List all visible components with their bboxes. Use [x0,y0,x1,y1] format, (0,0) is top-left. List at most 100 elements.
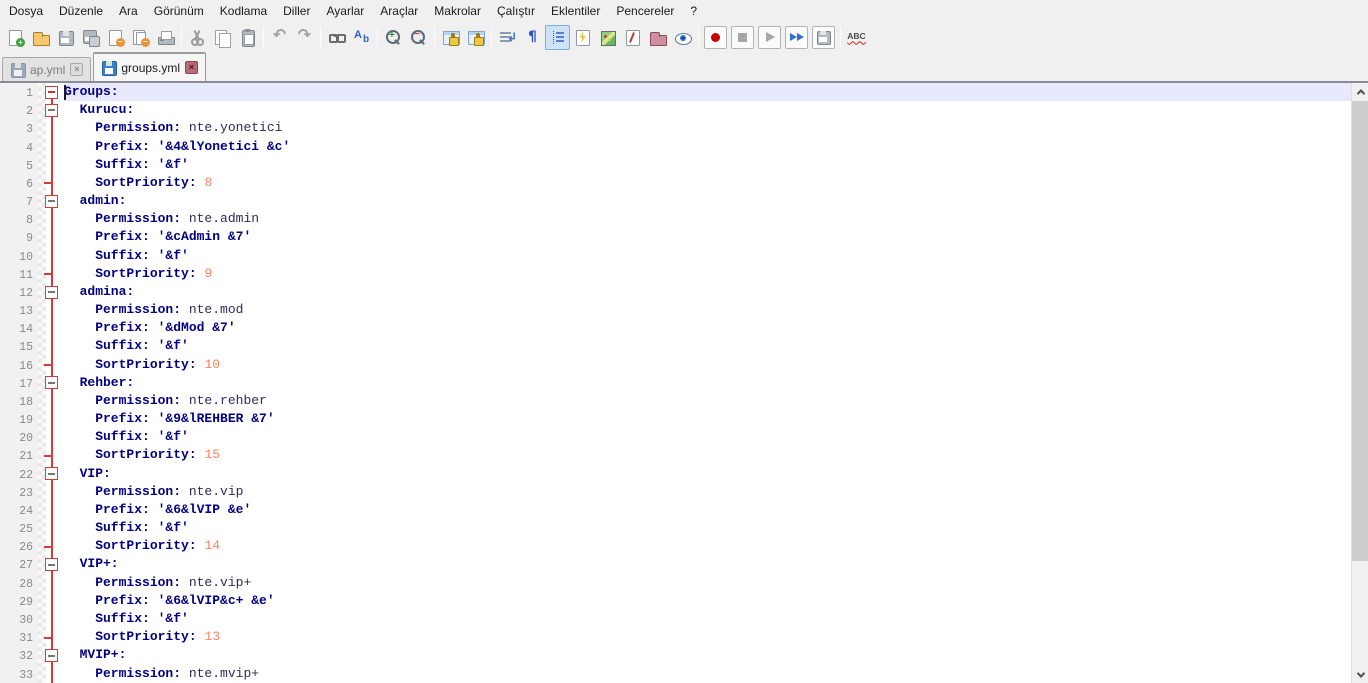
menu-item[interactable]: ? [682,0,705,22]
new-file-button[interactable] [3,25,28,50]
code-line[interactable]: Rehber: [64,374,1351,392]
monitoring-button[interactable] [670,25,695,50]
function-list-button[interactable] [570,25,595,50]
open-file-button[interactable] [28,25,53,50]
gutter-row: 29 [0,592,64,610]
code-line[interactable]: Permission: nte.mvip+ [64,665,1351,683]
code-line[interactable]: SortPriority: 13 [64,628,1351,646]
code-line[interactable]: Suffix: '&f' [64,156,1351,174]
code-line[interactable]: Prefix: '&9&lREHBER &7' [64,410,1351,428]
code-line[interactable]: Groups: [64,83,1351,101]
macro-stop-button[interactable] [731,26,754,49]
tab-ap.yml[interactable]: ap.yml× [2,57,91,81]
code-line[interactable]: VIP: [64,465,1351,483]
vertical-scrollbar[interactable] [1351,83,1368,683]
folder-as-workspace-button[interactable] [645,25,670,50]
save-all-button[interactable] [78,25,103,50]
fold-collapse-box[interactable] [45,195,58,208]
fold-collapse-box[interactable] [45,649,58,662]
spell-check-button[interactable] [844,25,869,50]
code-line[interactable]: Permission: nte.vip+ [64,574,1351,592]
menu-item[interactable]: Dosya [1,0,51,22]
code-line[interactable]: Suffix: '&f' [64,428,1351,446]
show-indent-guide-button[interactable] [545,25,570,50]
code-segment: 9 [204,266,212,281]
macro-run-multiple-button[interactable] [785,26,808,49]
code-line[interactable]: Permission: nte.yonetici [64,119,1351,137]
code-line[interactable]: SortPriority: 8 [64,174,1351,192]
sync-vertical-scroll-button[interactable] [438,25,463,50]
save-button[interactable] [53,25,78,50]
menu-item[interactable]: Pencereler [608,0,682,22]
text-area[interactable]: Groups: Kurucu: Permission: nte.yonetici… [64,83,1351,683]
fold-collapse-box[interactable] [45,467,58,480]
redo-button[interactable] [292,25,317,50]
code-line[interactable]: Permission: nte.mod [64,301,1351,319]
scroll-down-arrow[interactable] [1352,666,1368,683]
code-line[interactable]: Suffix: '&f' [64,337,1351,355]
code-line[interactable]: Prefix: '&6&lVIP &e' [64,501,1351,519]
zoom-out-button[interactable] [406,25,431,50]
code-line[interactable]: VIP+: [64,555,1351,573]
menu-item[interactable]: Ayarlar [318,0,372,22]
close-button[interactable] [103,25,128,50]
code-line[interactable]: Prefix: '&dMod &7' [64,319,1351,337]
close-icon[interactable]: × [70,63,83,76]
code-line[interactable]: SortPriority: 10 [64,356,1351,374]
menu-item[interactable]: Eklentiler [543,0,608,22]
find-button[interactable] [324,25,349,50]
document-switcher-button[interactable] [620,25,645,50]
paste-button[interactable] [235,25,260,50]
macro-save-button[interactable] [812,26,835,49]
code-segment: '&dMod &7' [158,320,236,335]
fold-collapse-box[interactable] [45,286,58,299]
code-line[interactable]: Permission: nte.rehber [64,392,1351,410]
menu-item[interactable]: Görünüm [146,0,212,22]
line-number: 27 [0,557,33,575]
code-line[interactable]: Suffix: '&f' [64,519,1351,537]
code-line[interactable]: admin: [64,192,1351,210]
print-button[interactable] [153,25,178,50]
code-line[interactable]: Permission: nte.admin [64,210,1351,228]
menu-item[interactable]: Kodlama [212,0,275,22]
code-line[interactable]: SortPriority: 14 [64,537,1351,555]
menu-item[interactable]: Diller [275,0,318,22]
code-line[interactable]: Kurucu: [64,101,1351,119]
macro-record-button[interactable] [704,26,727,49]
code-line[interactable]: Prefix: '&6&lVIP&c+ &e' [64,592,1351,610]
fold-collapse-box[interactable] [45,558,58,571]
close-all-button[interactable] [128,25,153,50]
code-line[interactable]: admina: [64,283,1351,301]
menu-item[interactable]: Makrolar [426,0,489,22]
sync-horizontal-scroll-button[interactable] [463,25,488,50]
fold-collapse-box[interactable] [45,104,58,117]
cut-button[interactable] [185,25,210,50]
close-icon[interactable]: × [185,61,198,74]
tab-groups.yml[interactable]: groups.yml× [93,52,206,81]
menu-item[interactable]: Çalıştır [489,0,543,22]
menu-item[interactable]: Düzenle [51,0,111,22]
word-wrap-button[interactable] [495,25,520,50]
menu-item[interactable]: Araçlar [372,0,426,22]
code-line[interactable]: SortPriority: 9 [64,265,1351,283]
copy-button[interactable] [210,25,235,50]
code-segment: Suffix: [64,611,158,626]
document-map-button[interactable] [595,25,620,50]
code-line[interactable]: SortPriority: 15 [64,446,1351,464]
undo-button[interactable] [267,25,292,50]
menu-item[interactable]: Ara [111,0,146,22]
code-line[interactable]: Suffix: '&f' [64,610,1351,628]
scrollbar-thumb[interactable] [1352,101,1368,561]
zoom-in-button[interactable] [381,25,406,50]
show-all-characters-button[interactable] [520,25,545,50]
fold-collapse-box[interactable] [45,376,58,389]
code-line[interactable]: MVIP+: [64,646,1351,664]
code-line[interactable]: Prefix: '&cAdmin &7' [64,228,1351,246]
scroll-up-arrow[interactable] [1352,83,1368,100]
fold-collapse-box[interactable] [45,86,58,99]
macro-play-button[interactable] [758,26,781,49]
code-line[interactable]: Prefix: '&4&lYonetici &c' [64,138,1351,156]
replace-button[interactable] [349,25,374,50]
code-line[interactable]: Suffix: '&f' [64,247,1351,265]
code-line[interactable]: Permission: nte.vip [64,483,1351,501]
